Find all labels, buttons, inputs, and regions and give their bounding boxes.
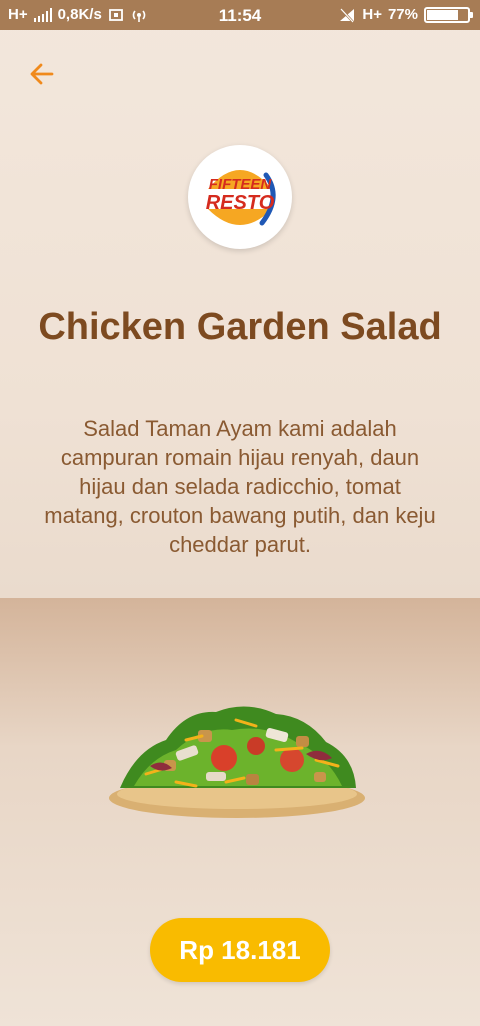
- logo-graphic: FIFTEEN RESTO: [206, 170, 276, 226]
- product-title: Chicken Garden Salad: [38, 306, 442, 348]
- battery-level: [427, 9, 458, 20]
- restaurant-logo: FIFTEEN RESTO: [188, 145, 292, 249]
- salad-image: [109, 706, 365, 818]
- battery-percent: 77%: [387, 6, 418, 23]
- price-button[interactable]: Rp 18.181: [150, 918, 330, 982]
- back-button[interactable]: [26, 58, 58, 90]
- logo-line1: FIFTEEN: [209, 176, 273, 193]
- logo-line2: RESTO: [206, 192, 275, 214]
- product-description: Salad Taman Ayam kami adalah campuran ro…: [44, 416, 436, 557]
- battery-icon: [424, 6, 473, 23]
- product-detail-screen: H+ 0,8K/s 11:54 H+ 77% FIFTEEN RESTO Chi…: [0, 0, 480, 1026]
- mute-icon: [340, 7, 355, 23]
- status-right: H+ 77%: [338, 6, 473, 23]
- network-type-right: H+: [362, 6, 382, 23]
- status-bar: H+ 0,8K/s 11:54 H+ 77%: [0, 0, 480, 30]
- arrow-left-icon: [30, 63, 54, 85]
